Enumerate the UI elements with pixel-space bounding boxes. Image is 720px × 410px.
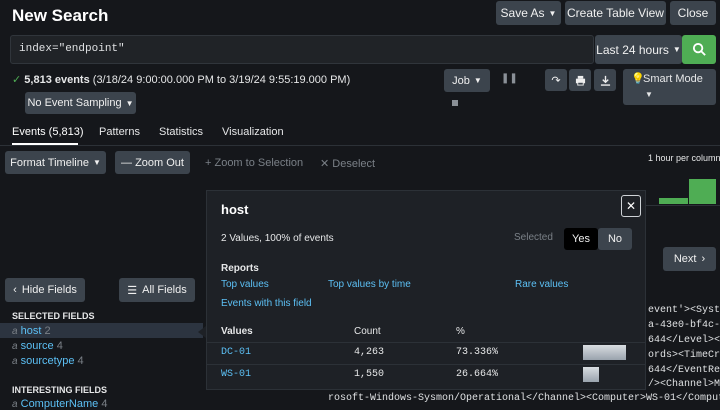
search-input[interactable]: index="endpoint" [10,35,594,64]
time-range-picker[interactable]: Last 24 hours ▼ [595,35,682,64]
value-link[interactable]: WS-01 [221,369,251,380]
tab-events[interactable]: Events (5,813) [12,126,84,138]
time-span: (3/18/24 9:00:00.000 PM to 3/19/24 9:55:… [92,74,351,86]
value-percent: 26.664% [456,369,499,380]
job-menu[interactable]: Job ▼ [444,69,490,92]
next-page-button[interactable]: Next › [663,247,716,271]
sampling-label: No Event Sampling [27,97,122,109]
share-button[interactable]: ↷ [545,69,567,91]
event-line: a-43e0-bf4c-06 [648,320,720,331]
zoom-to-selection-button[interactable]: + Zoom to Selection [205,157,303,169]
field-summary-popup: host ✕ 2 Values, 100% of events Selected… [206,190,646,390]
tab-divider [0,145,720,146]
rare-values-link[interactable]: Rare values [515,279,568,290]
timeline-bar[interactable] [659,198,688,204]
selected-label: Selected [514,232,553,243]
next-label: Next [673,253,697,265]
value-link[interactable]: DC-01 [221,347,251,358]
chevron-down-icon: ▼ [645,90,653,99]
event-count: 5,813 events [24,74,90,86]
search-icon [692,42,706,56]
count-column-header: Count [354,326,381,337]
timeline-axis [640,205,720,206]
chevron-right-icon: › [701,253,706,265]
top-values-by-time-link[interactable]: Top values by time [328,279,411,290]
search-mode-label: Smart Mode [643,73,703,85]
tab-patterns[interactable]: Patterns [99,126,140,138]
selected-yes-button[interactable]: Yes [564,228,598,250]
chevron-down-icon: ▼ [125,98,134,108]
stop-icon[interactable] [452,100,458,106]
format-timeline-button[interactable]: Format Timeline ▼ [5,151,106,174]
save-as-label: Save As [500,6,545,20]
value-percent: 73.336% [456,347,499,358]
events-with-field-link[interactable]: Events with this field [221,298,312,309]
deselect-button[interactable]: ✕ Deselect [320,157,375,170]
events-status: ✓ 5,813 events (3/18/24 9:00:00.000 PM t… [12,73,350,86]
event-line: rosoft-Windows-Sysmon/Operational</Chann… [328,391,720,407]
export-button[interactable] [594,69,616,91]
search-button[interactable] [682,35,716,64]
check-icon: ✓ [12,74,22,86]
top-values-link[interactable]: Top values [221,279,269,290]
close-button[interactable]: Close [670,1,716,25]
search-mode-dropdown[interactable]: 💡 Smart Mode ▼ [623,69,716,105]
zoom-out-button[interactable]: — Zoom Out [115,151,190,174]
print-icon [575,75,585,86]
all-fields-button[interactable]: ☰ All Fields [119,278,195,302]
event-sampling-dropdown[interactable]: No Event Sampling ▼ [25,92,136,114]
event-line: ords><TimeCrea [648,350,720,361]
chevron-down-icon: ▼ [473,76,482,85]
reports-heading: Reports [221,263,259,274]
value-count: 1,550 [354,369,385,380]
event-line: event'><System [648,305,720,316]
hide-fields-label: Hide Fields [21,284,77,296]
search-query: index="endpoint" [19,43,125,55]
percent-column-header: % [456,326,465,337]
download-icon [600,75,610,86]
value-row-ws-01[interactable]: WS-01 1,550 26.664% [207,365,645,386]
tab-visualization[interactable]: Visualization [222,126,284,138]
value-percent-bar [583,367,599,382]
timeline-bar[interactable] [689,179,716,204]
share-icon: ↷ [551,74,561,87]
print-button[interactable] [569,69,591,91]
chevron-left-icon: ‹ [13,284,17,296]
chevron-down-icon: ▼ [672,45,681,54]
popup-summary: 2 Values, 100% of events [221,233,334,244]
timeline-scale-label: 1 hour per column [648,153,720,163]
chevron-down-icon: ▼ [548,8,557,18]
page-title: New Search [12,6,109,25]
save-as-button[interactable]: Save As ▼ [496,1,561,25]
list-icon: ☰ [127,284,138,297]
value-count: 4,263 [354,347,385,358]
popup-pointer [198,326,206,338]
format-timeline-label: Format Timeline [10,156,89,169]
selected-no-button[interactable]: No [598,228,632,250]
value-row-dc-01[interactable]: DC-01 4,263 73.336% [207,343,645,364]
values-column-header: Values [221,326,253,337]
job-label: Job [452,74,470,87]
popup-close-button[interactable]: ✕ [621,195,641,217]
value-percent-bar [583,345,626,360]
popup-title: host [221,202,249,217]
event-line: 644</Level><Task [648,335,720,346]
time-range-label: Last 24 hours [596,42,669,57]
chevron-down-icon: ▼ [92,158,101,167]
pause-icon[interactable]: ❚❚ [501,73,518,84]
close-icon: ✕ [625,199,637,213]
hide-fields-button[interactable]: ‹ Hide Fields [5,278,85,302]
tab-statistics[interactable]: Statistics [159,126,203,138]
all-fields-label: All Fields [142,284,187,296]
create-table-view-button[interactable]: Create Table View [565,1,666,25]
